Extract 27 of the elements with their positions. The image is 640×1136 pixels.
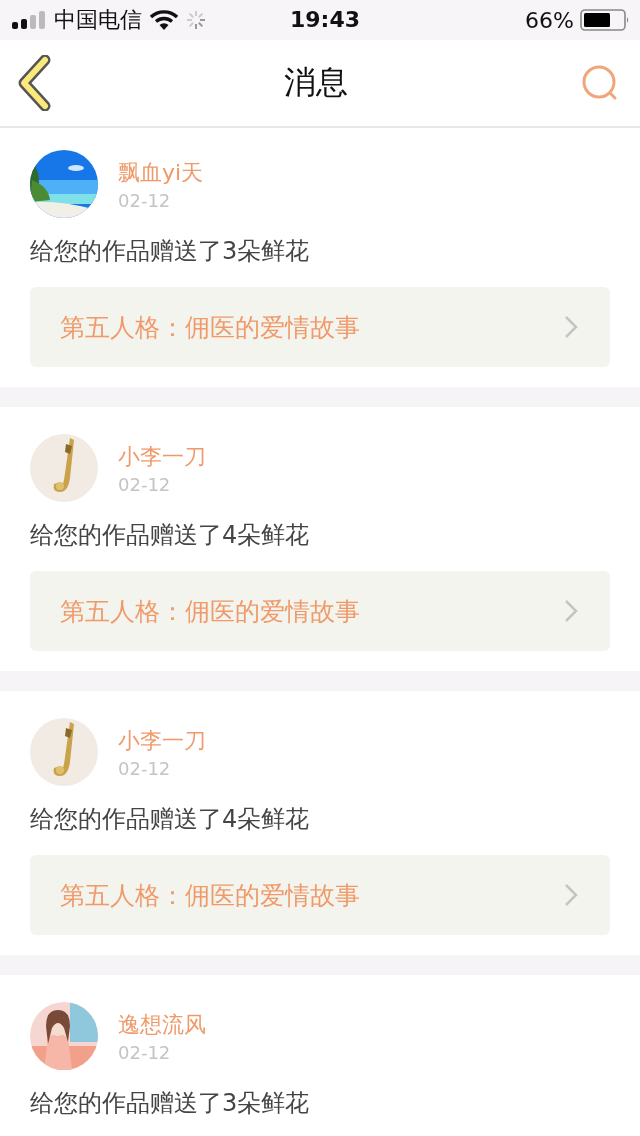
back-button[interactable] (18, 55, 52, 111)
user-name[interactable]: 飘血yi天 (118, 157, 204, 188)
work-link[interactable]: 第五人格：佣医的爱情故事 (30, 855, 610, 935)
page-title: 消息 (284, 62, 348, 103)
chevron-right-icon (564, 883, 578, 907)
work-link[interactable]: 第五人格：佣医的爱情故事 (30, 571, 610, 651)
message-date: 02-12 (118, 473, 172, 495)
message-text: 给您的作品赠送了3朵鲜花 (30, 237, 311, 265)
carrier-name: 中国电信 (54, 6, 142, 34)
battery-percent: 66% (525, 7, 574, 33)
work-link[interactable]: 第五人格：佣医的爱情故事 (30, 287, 610, 367)
chevron-right-icon (564, 599, 578, 623)
user-name[interactable]: 逸想流风 (118, 1009, 206, 1040)
signal-icon (12, 11, 46, 29)
chevron-right-icon (564, 315, 578, 339)
message-date: 02-12 (118, 189, 172, 211)
wifi-icon (150, 10, 178, 30)
user-name[interactable]: 小李一刀 (118, 441, 206, 472)
loading-icon (186, 10, 206, 30)
message-text: 给您的作品赠送了3朵鲜花 (30, 1089, 311, 1117)
message-text: 给您的作品赠送了4朵鲜花 (30, 805, 311, 833)
message-date: 02-12 (118, 757, 172, 779)
message-text: 给您的作品赠送了4朵鲜花 (30, 521, 311, 549)
user-name[interactable]: 小李一刀 (118, 725, 206, 756)
battery-icon (580, 9, 630, 31)
clock-time: 19:43 (290, 7, 361, 32)
message-date: 02-12 (118, 1041, 172, 1063)
